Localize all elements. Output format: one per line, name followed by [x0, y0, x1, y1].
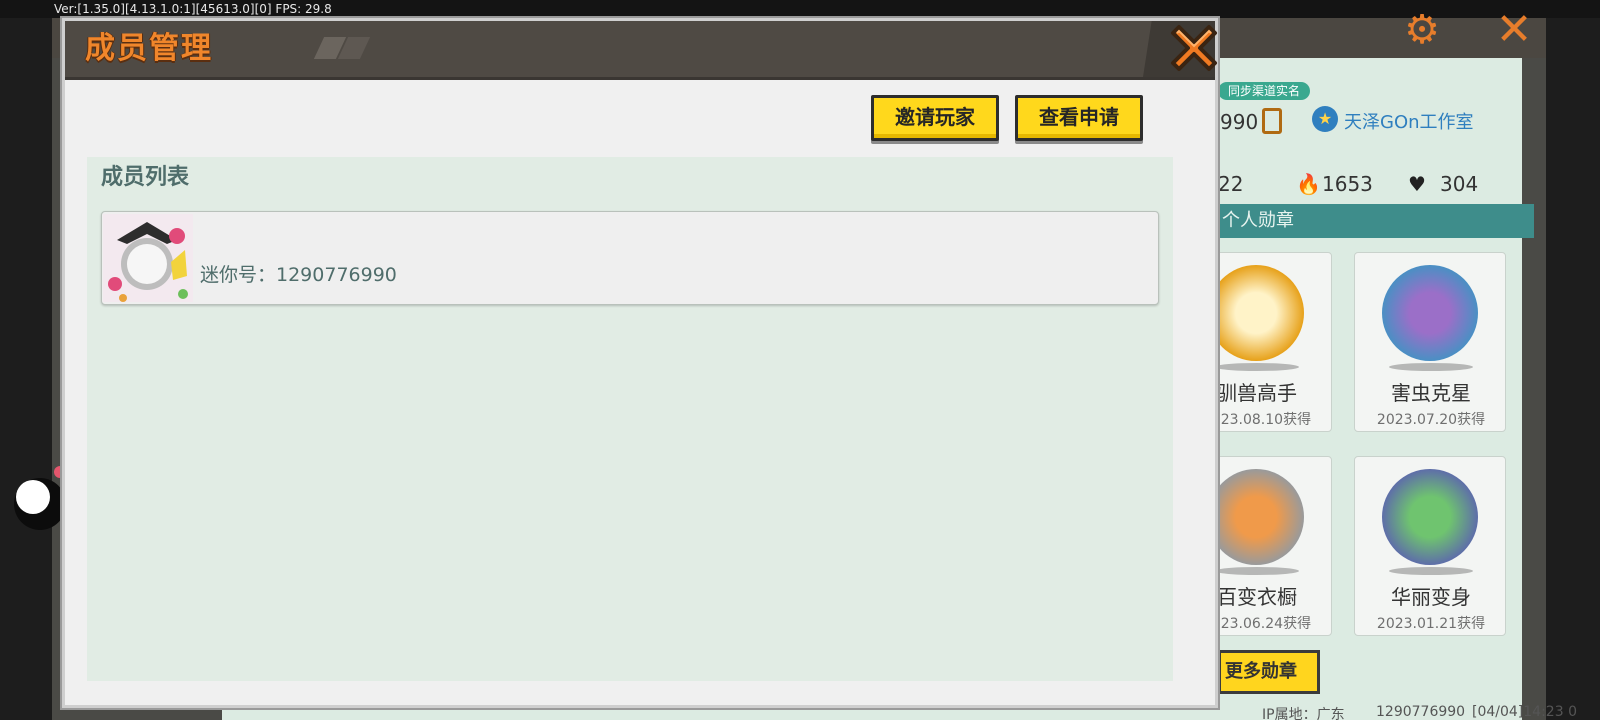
footer-id: 1290776990 — [1376, 704, 1466, 720]
dialog-header: 成员管理 — [65, 21, 1215, 80]
more-badges-button[interactable]: 更多勋章 — [1218, 650, 1320, 694]
settings-gear-icon[interactable]: ⚙ — [1398, 6, 1446, 54]
stat-value: 22 — [1218, 172, 1244, 196]
footer-time: [04/04]14:23 0 — [1472, 704, 1577, 720]
studio-name[interactable]: 天泽GOn工作室 — [1344, 108, 1474, 134]
stat-value: 1653 — [1322, 172, 1373, 196]
personal-badges-header: 个人勋章 — [1218, 204, 1534, 238]
medal-shadow — [1389, 363, 1473, 371]
medal-icon — [1208, 469, 1304, 565]
floating-assistive-button[interactable] — [16, 480, 50, 514]
member-mini-id: 迷你号：1290776990 — [200, 264, 397, 286]
medal-card[interactable]: 华丽变身 2023.01.21获得 — [1354, 456, 1506, 636]
studio-icon: ★ — [1312, 106, 1338, 132]
member-list-panel: 成员列表 迷你号：1290776990 — [87, 157, 1173, 681]
fire-icon: 🔥 — [1296, 172, 1321, 196]
close-icon[interactable] — [1163, 17, 1225, 79]
medal-date: 2023.01.21获得 — [1376, 616, 1486, 632]
member-management-dialog: 成员管理 邀请玩家 查看申请 成员列表 迷你号：1290776990 — [62, 18, 1218, 708]
medal-shadow — [1215, 567, 1299, 575]
medal-shadow — [1389, 567, 1473, 575]
member-row[interactable]: 迷你号：1290776990 — [101, 211, 1159, 305]
avatar — [103, 214, 193, 302]
medal-date: 2023.07.20获得 — [1376, 412, 1486, 428]
background-close-icon[interactable]: ✕ — [1490, 6, 1538, 54]
stat-value: 304 — [1440, 172, 1479, 196]
medal-name: 害虫克星 — [1391, 381, 1471, 405]
heart-icon: ♥ — [1408, 172, 1426, 196]
member-list-title: 成员列表 — [101, 165, 190, 190]
medal-name: 华丽变身 — [1391, 585, 1471, 609]
ip-location: IP属地：广东 — [1262, 707, 1345, 720]
view-applications-button[interactable]: 查看申请 — [1015, 95, 1143, 141]
medal-icon — [1208, 265, 1304, 361]
copy-document-icon[interactable] — [1262, 108, 1282, 134]
debug-overlay: Ver:[1.35.0][4.13.1.0:1][45613.0][0] FPS… — [54, 2, 332, 16]
dialog-title: 成员管理 — [85, 31, 213, 66]
invite-player-button[interactable]: 邀请玩家 — [871, 95, 999, 141]
medal-icon — [1382, 469, 1478, 565]
realname-tag: 同步渠道实名 — [1218, 82, 1311, 100]
medal-card[interactable]: 害虫克星 2023.07.20获得 — [1354, 252, 1506, 432]
medal-icon — [1382, 265, 1478, 361]
medal-shadow — [1215, 363, 1299, 371]
background-number: 990 — [1220, 110, 1259, 134]
